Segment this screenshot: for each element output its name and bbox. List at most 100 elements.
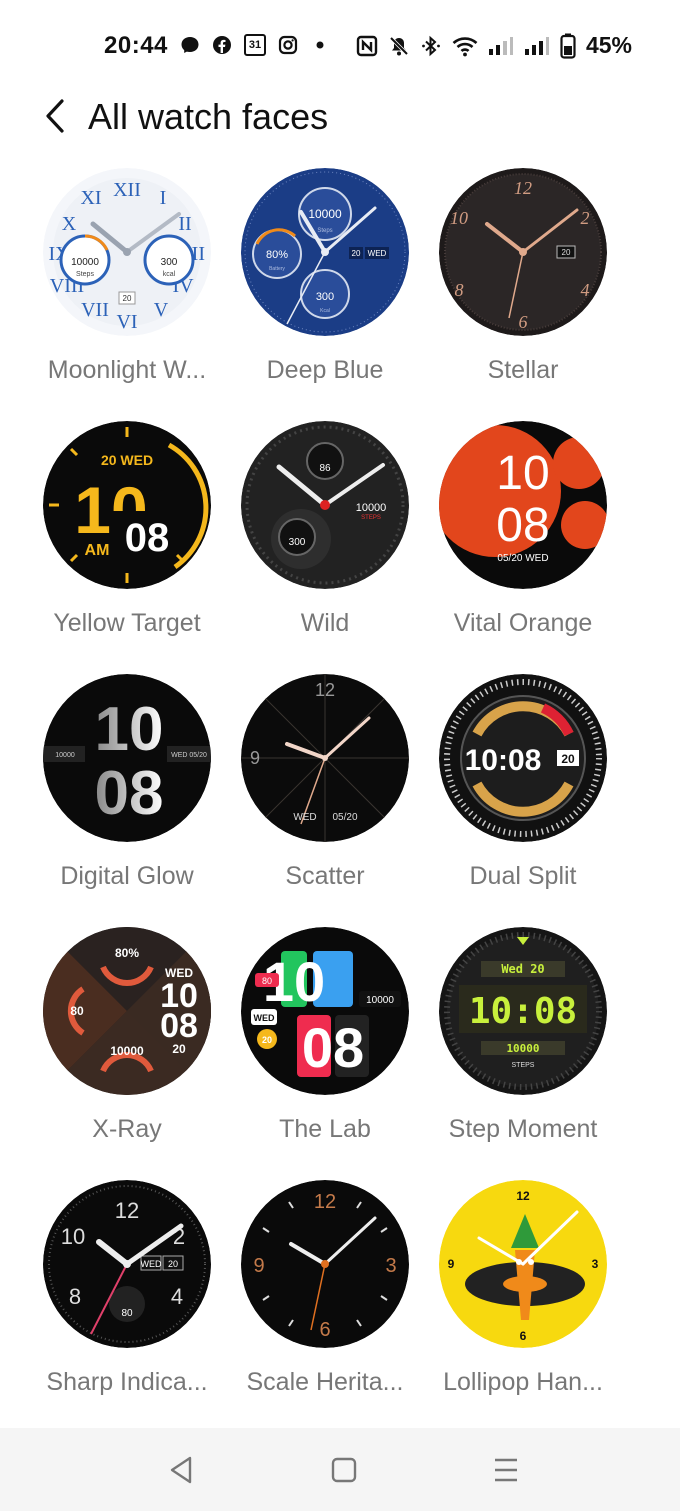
watch-face-item[interactable]: Wed 20 10:08 10000 STEPS Step Moment — [424, 927, 622, 1167]
svg-text:STEPS: STEPS — [512, 1062, 535, 1069]
nav-back-button[interactable] — [164, 1454, 200, 1486]
svg-text:V: V — [154, 299, 169, 321]
watch-face-item[interactable]: 10 08 05/20 WED Vital Orange — [424, 421, 622, 661]
watch-face-item[interactable]: 12 2 4 8 10 WED 20 80 Sharp Indica... — [28, 1180, 226, 1420]
svg-text:4: 4 — [171, 1284, 183, 1309]
svg-text:12: 12 — [514, 178, 532, 198]
svg-text:10000: 10000 — [110, 1044, 144, 1058]
svg-text:10000: 10000 — [366, 995, 394, 1006]
back-button[interactable] — [38, 96, 72, 136]
watch-face-preview: 12 3 6 9 — [241, 1180, 409, 1348]
watch-face-item[interactable]: XII I II III IV V VI VII VIII IX X XI 10… — [28, 168, 226, 408]
nav-home-button[interactable] — [326, 1454, 362, 1486]
svg-text:STEPS: STEPS — [361, 515, 381, 521]
watch-face-name: The Lab — [279, 1115, 371, 1143]
signal-icon — [524, 36, 549, 55]
watch-face-item[interactable]: 12 2 4 6 8 10 20 Stellar — [424, 168, 622, 408]
system-icons: 45% — [356, 32, 632, 59]
svg-text:Steps: Steps — [76, 271, 94, 278]
svg-text:08: 08 — [125, 516, 170, 560]
watch-face-preview: 10 08 80 10000 WED 20 — [241, 927, 409, 1095]
svg-text:II: II — [178, 213, 191, 235]
svg-text:12: 12 — [115, 1198, 139, 1223]
svg-text:20: 20 — [168, 1259, 178, 1269]
watch-face-preview: 10:08 20 — [439, 674, 607, 842]
watch-face-preview: 10 08 10000 WED 05/20 — [43, 674, 211, 842]
watch-face-preview: 80% 80 WED 10 08 20 10000 — [43, 927, 211, 1095]
watch-face-name: Digital Glow — [60, 862, 194, 890]
svg-text:8: 8 — [455, 280, 464, 300]
svg-text:300: 300 — [289, 537, 306, 548]
svg-text:XI: XI — [80, 187, 101, 209]
svg-text:I: I — [160, 187, 167, 209]
svg-text:6: 6 — [519, 312, 528, 332]
svg-text:10:08: 10:08 — [465, 744, 542, 777]
svg-text:10000: 10000 — [356, 502, 387, 514]
watch-face-item[interactable]: 10:08 20 Dual Split — [424, 674, 622, 914]
svg-text:X: X — [62, 213, 77, 235]
svg-text:XII: XII — [113, 179, 141, 201]
svg-text:12: 12 — [314, 1191, 336, 1213]
watch-face-item[interactable]: 20 WED 10 08 AM Yellow Target — [28, 421, 226, 661]
svg-text:VI: VI — [116, 311, 137, 333]
notification-icons: 31 — [180, 34, 330, 56]
svg-text:3: 3 — [385, 1255, 396, 1277]
svg-text:VII: VII — [81, 299, 109, 321]
svg-text:10000: 10000 — [308, 207, 342, 221]
watch-face-item[interactable]: 12 3 6 9 Scale Herita... — [226, 1180, 424, 1420]
svg-text:300: 300 — [161, 257, 178, 268]
svg-text:08: 08 — [496, 499, 549, 552]
nav-recents-button[interactable] — [488, 1454, 524, 1486]
svg-text:AM: AM — [85, 542, 110, 559]
svg-text:05/20: 05/20 — [332, 812, 357, 823]
watch-face-preview: 20 WED 10 08 AM — [43, 421, 211, 589]
watch-face-preview: 12 9 WED 05/20 — [241, 674, 409, 842]
watch-face-name: Lollipop Han... — [443, 1368, 603, 1396]
svg-text:Battery: Battery — [269, 266, 285, 272]
svg-text:10: 10 — [496, 447, 549, 500]
svg-text:WED: WED — [368, 249, 387, 258]
svg-text:kcal: kcal — [163, 271, 176, 278]
svg-text:WED: WED — [293, 812, 316, 823]
watch-face-item[interactable]: 86 10000 STEPS 300 Wild — [226, 421, 424, 661]
watch-face-item[interactable]: 12 9 WED 05/20 Scatter — [226, 674, 424, 914]
system-nav-bar — [0, 1428, 680, 1511]
watch-face-name: Scatter — [285, 862, 365, 890]
svg-text:20: 20 — [123, 294, 132, 303]
watch-face-preview: 10000 Steps 80% Battery 20 WED 300 Kcal — [241, 168, 409, 336]
svg-text:86: 86 — [319, 463, 331, 474]
svg-text:6: 6 — [319, 1319, 330, 1341]
wifi-icon — [452, 36, 478, 56]
svg-text:8: 8 — [69, 1284, 81, 1309]
bluetooth-icon — [422, 35, 440, 56]
watch-face-item[interactable]: 10000 Steps 80% Battery 20 WED 300 Kcal … — [226, 168, 424, 408]
watch-face-name: X-Ray — [92, 1115, 162, 1143]
watch-face-preview: 10 08 05/20 WED — [439, 421, 607, 589]
svg-text:10000: 10000 — [506, 1042, 539, 1055]
svg-text:20: 20 — [262, 1035, 272, 1045]
messenger-icon — [181, 37, 199, 53]
watch-face-preview: 12 2 4 8 10 WED 20 80 — [43, 1180, 211, 1348]
svg-text:WED: WED — [141, 1259, 162, 1269]
home-square-icon — [331, 1457, 357, 1483]
watch-face-preview: 12 2 4 6 8 10 20 — [439, 168, 607, 336]
svg-text:9: 9 — [253, 1255, 264, 1277]
svg-text:05/20 WED: 05/20 WED — [497, 553, 548, 564]
watch-face-name: Stellar — [487, 356, 559, 384]
svg-text:10: 10 — [61, 1224, 85, 1249]
watch-face-item[interactable]: 80% 80 WED 10 08 20 10000 X-Ray — [28, 927, 226, 1167]
watch-face-item[interactable]: 10 08 80 10000 WED 20 The Lab — [226, 927, 424, 1167]
watch-face-preview: 12 3 6 9 — [439, 1180, 607, 1348]
watch-face-name: Sharp Indica... — [46, 1368, 208, 1396]
watch-face-item[interactable]: 12 3 6 9 Lollipop Han... — [424, 1180, 622, 1420]
svg-text:08: 08 — [95, 759, 164, 828]
watch-face-item[interactable]: 10 08 10000 WED 05/20 Digital Glow — [28, 674, 226, 914]
battery-icon — [560, 33, 576, 59]
chevron-left-icon — [46, 99, 64, 133]
page-title: All watch faces — [88, 96, 329, 137]
svg-text:80%: 80% — [266, 249, 288, 261]
svg-text:10000: 10000 — [55, 752, 75, 759]
svg-text:20: 20 — [172, 1042, 186, 1056]
svg-text:20: 20 — [561, 752, 575, 766]
svg-text:10000: 10000 — [71, 257, 99, 268]
